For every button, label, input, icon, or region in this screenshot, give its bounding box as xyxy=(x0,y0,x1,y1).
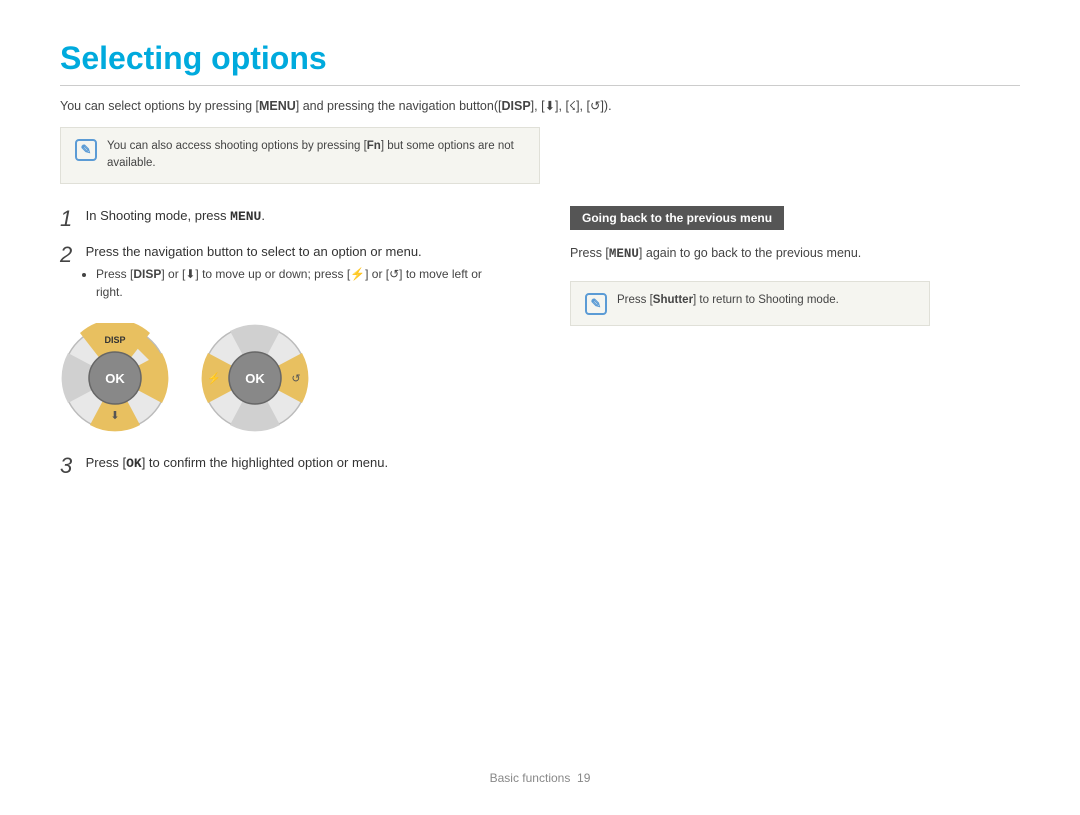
svg-text:⚡: ⚡ xyxy=(207,372,221,385)
svg-text:OK: OK xyxy=(245,371,265,386)
sidebar-body-text: Press [MENU] again to go back to the pre… xyxy=(570,244,1020,264)
step-2-content: Press the navigation button to select to… xyxy=(82,242,510,304)
right-column: Going back to the previous menu Press [M… xyxy=(570,206,1020,490)
step-2: 2 Press the navigation button to select … xyxy=(60,242,510,304)
intro-text: You can select options by pressing [MENU… xyxy=(60,98,1020,113)
shutter-key: Shutter xyxy=(653,294,693,306)
menu-key-step1: MENU xyxy=(230,209,261,224)
bullet-item-1: Press [DISP] or [⬇] to move up or down; … xyxy=(96,265,510,301)
step-2-number: 2 xyxy=(60,242,78,268)
title-divider xyxy=(60,85,1020,86)
sidebar-note-icon: ✎ xyxy=(585,293,607,315)
svg-text:OK: OK xyxy=(105,371,125,386)
step-2-bullets: Press [DISP] or [⬇] to move up or down; … xyxy=(96,265,510,301)
step-3-number: 3 xyxy=(60,453,78,479)
menu-key-sidebar: MENU xyxy=(609,247,639,261)
step-3-content: Press [OK] to confirm the highlighted op… xyxy=(82,453,388,474)
button-diagrams: OK DISP ⬇ xyxy=(60,323,510,433)
step-1-content: In Shooting mode, press MENU. xyxy=(82,206,265,227)
two-column-layout: 1 In Shooting mode, press MENU. 2 Press … xyxy=(60,206,1020,490)
page-title: Selecting options xyxy=(60,40,1020,77)
page-number: 19 xyxy=(577,771,590,785)
step-1-number: 1 xyxy=(60,206,78,232)
ok-key: OK xyxy=(126,456,142,471)
left-column: 1 In Shooting mode, press MENU. 2 Press … xyxy=(60,206,510,490)
sidebar-header: Going back to the previous menu xyxy=(570,206,784,230)
sidebar-note-text: Press [Shutter] to return to Shooting mo… xyxy=(617,292,839,309)
page-footer: Basic functions 19 xyxy=(0,771,1080,785)
svg-text:DISP: DISP xyxy=(104,335,125,345)
fn-key: Fn xyxy=(367,140,381,152)
step-1: 1 In Shooting mode, press MENU. xyxy=(60,206,510,232)
wheel-diagram-2: OK ⚡ ↺ xyxy=(200,323,310,433)
sidebar-note-box: ✎ Press [Shutter] to return to Shooting … xyxy=(570,281,930,326)
footer-section-label: Basic functions xyxy=(490,771,571,785)
note-text: You can also access shooting options by … xyxy=(107,138,525,173)
menu-key-intro: MENU xyxy=(259,99,296,113)
disp-key: DISP xyxy=(501,99,530,113)
wheel-diagram-1: OK DISP ⬇ xyxy=(60,323,170,433)
svg-text:↺: ↺ xyxy=(291,373,300,385)
svg-text:⬇: ⬇ xyxy=(110,410,119,422)
step-3: 3 Press [OK] to confirm the highlighted … xyxy=(60,453,510,479)
note-box: ✎ You can also access shooting options b… xyxy=(60,127,540,184)
note-icon: ✎ xyxy=(75,139,97,161)
